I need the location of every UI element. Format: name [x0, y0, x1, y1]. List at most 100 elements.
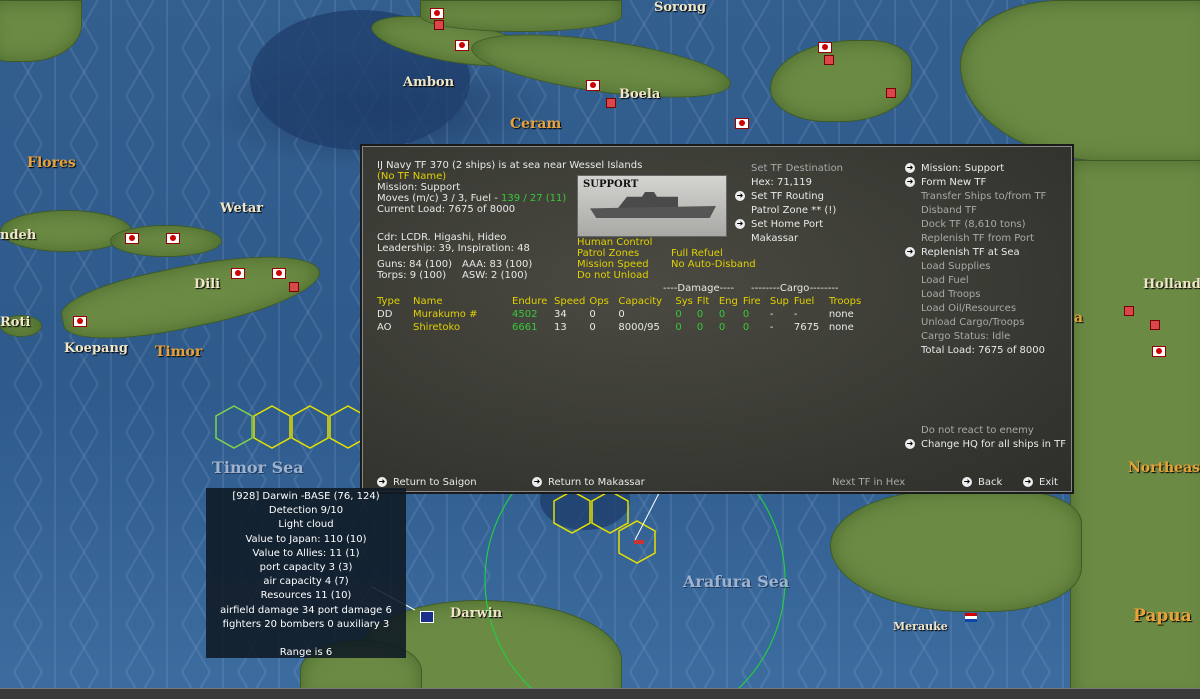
task-force-panel: IJ Navy TF 370 (2 ships) is at sea near …	[362, 146, 1072, 492]
cell-name[interactable]: Murakumo #	[413, 308, 512, 321]
patrol-hex[interactable]	[253, 405, 291, 449]
table-row[interactable]: DD Murakumo # 4502 34 0 0 0 0 0 0 - - no…	[377, 308, 865, 321]
japanese-base-icon[interactable]	[166, 233, 180, 244]
tf-mission: Mission: Support	[377, 182, 461, 193]
tf-aaa: AAA: 83 (100)	[462, 259, 533, 270]
load-fuel-button[interactable]: Load Fuel	[921, 275, 969, 286]
replenish-sea-button[interactable]: ➜ Replenish TF at Sea	[905, 247, 1020, 258]
japanese-base-icon[interactable]	[272, 268, 286, 279]
japanese-base-icon[interactable]	[73, 316, 87, 327]
mission-support-label: Mission: Support	[921, 163, 1005, 174]
form-new-tf-button[interactable]: ➜ Form New TF	[905, 177, 986, 188]
return-makassar-label: Return to Makassar	[548, 477, 645, 488]
disband-tf-button[interactable]: Disband TF	[921, 205, 977, 216]
set-tf-destination-button[interactable]: Set TF Destination	[751, 163, 843, 174]
japanese-base-icon[interactable]	[231, 268, 245, 279]
airfield-marker	[824, 55, 834, 65]
col-sup[interactable]: Sup	[770, 295, 794, 308]
return-saigon-button[interactable]: ➜ Return to Saigon	[377, 477, 477, 488]
map-label-flores: Flores	[27, 155, 76, 171]
tf-fuel-value: 139 / 27 (11)	[501, 193, 567, 204]
cell-capacity: 0	[618, 309, 625, 320]
japanese-base-icon[interactable]	[735, 118, 749, 129]
col-flt[interactable]: Flt	[697, 295, 719, 308]
col-name[interactable]: Name	[413, 295, 512, 308]
dock-tf-button[interactable]: Dock TF (8,610 tons)	[921, 219, 1026, 230]
patrol-hex[interactable]	[291, 405, 329, 449]
col-eng[interactable]: Eng	[719, 295, 743, 308]
dutch-flag-icon[interactable]	[965, 613, 977, 622]
set-home-port-button[interactable]: ➜ Set Home Port	[735, 219, 823, 230]
mission-support-button[interactable]: ➜ Mission: Support	[905, 163, 1004, 174]
tf-destination-hex: Hex: 71,119	[751, 177, 812, 188]
base-value-japan: Value to Japan: 110 (10)	[245, 533, 367, 545]
japanese-base-icon[interactable]	[125, 233, 139, 244]
japanese-base-icon[interactable]	[1152, 346, 1166, 357]
japanese-base-icon[interactable]	[818, 42, 832, 53]
back-button[interactable]: ➜ Back	[962, 477, 1002, 488]
airfield-marker	[886, 88, 896, 98]
col-type[interactable]: Type	[377, 295, 413, 308]
next-tf-in-hex-button[interactable]: Next TF in Hex	[832, 477, 905, 488]
patrol-hex[interactable]	[215, 405, 253, 449]
toggle-patrol-zones[interactable]: Patrol Zones	[577, 248, 639, 259]
cell-speed: 34	[554, 309, 567, 320]
replenish-port-button[interactable]: Replenish TF from Port	[921, 233, 1034, 244]
cell-flt: 0	[696, 322, 704, 333]
japanese-base-icon[interactable]	[455, 40, 469, 51]
cell-flt: 0	[696, 309, 704, 320]
cell-name[interactable]: Shiretoko	[413, 321, 512, 334]
do-not-react-toggle[interactable]: Do not react to enemy	[921, 425, 1034, 436]
cell-capacity: 8000/95	[618, 322, 660, 333]
transfer-ships-button[interactable]: Transfer Ships to/from TF	[921, 191, 1046, 202]
tf-asw: ASW: 2 (100)	[462, 270, 528, 281]
toggle-full-refuel[interactable]: Full Refuel	[671, 248, 723, 259]
toggle-no-auto-disband[interactable]: No Auto-Disband	[671, 259, 756, 270]
load-troops-button[interactable]: Load Troops	[921, 289, 981, 300]
ship-photo-label: SUPPORT	[583, 179, 639, 190]
japanese-base-icon[interactable]	[430, 8, 444, 19]
tf-commander[interactable]: Cdr: LCDR. Higashi, Hideo	[377, 232, 506, 243]
change-hq-button[interactable]: ➜ Change HQ for all ships in TF	[905, 439, 1066, 450]
exit-button[interactable]: ➜ Exit	[1023, 477, 1058, 488]
col-troops[interactable]: Troops	[829, 295, 865, 308]
cell-sup: -	[769, 322, 774, 333]
col-fuel[interactable]: Fuel	[794, 295, 829, 308]
cell-troops: none	[828, 322, 854, 333]
load-supplies-button[interactable]: Load Supplies	[921, 261, 990, 272]
japanese-base-icon[interactable]	[586, 80, 600, 91]
cell-endure: 6661	[512, 322, 538, 333]
base-resources: Resources 11 (10)	[260, 590, 352, 602]
base-weather: Light cloud	[278, 519, 334, 531]
cell-fuel: -	[793, 309, 798, 320]
allied-base-icon[interactable]	[420, 611, 434, 623]
toggle-human-control[interactable]: Human Control	[577, 237, 652, 248]
ship-class-photo: SUPPORT	[577, 175, 727, 237]
tf-moves: Moves (m/c) 3 / 3, Fuel - 139 / 27 (11)	[377, 193, 566, 204]
arrow-right-icon: ➜	[905, 163, 915, 173]
col-capacity[interactable]: Capacity	[618, 295, 675, 308]
col-speed[interactable]: Speed	[554, 295, 589, 308]
toggle-do-not-unload[interactable]: Do not Unload	[577, 270, 649, 281]
change-hq-label: Change HQ for all ships in TF	[921, 439, 1067, 450]
table-row[interactable]: AO Shiretoko 6661 13 0 8000/95 0 0 0 0 -…	[377, 321, 865, 334]
col-endure[interactable]: Endure	[512, 295, 554, 308]
col-fire[interactable]: Fire	[743, 295, 770, 308]
map-label-fragment: a	[1074, 310, 1084, 326]
return-makassar-button[interactable]: ➜ Return to Makassar	[532, 477, 645, 488]
arrow-right-icon: ➜	[962, 477, 972, 487]
col-ops[interactable]: Ops	[589, 295, 618, 308]
base-title: [928] Darwin -BASE (76, 124)	[232, 491, 380, 502]
toggle-mission-speed[interactable]: Mission Speed	[577, 259, 649, 270]
load-oil-button[interactable]: Load Oil/Resources	[921, 303, 1016, 314]
tf-name[interactable]: (No TF Name)	[377, 171, 446, 182]
arrow-right-icon: ➜	[532, 477, 542, 487]
col-sys[interactable]: Sys	[675, 295, 696, 308]
unload-cargo-button[interactable]: Unload Cargo/Troops	[921, 317, 1024, 328]
airfield-marker	[289, 282, 299, 292]
map-label-ndeh: ndeh	[0, 228, 37, 243]
base-value-allies: Value to Allies: 11 (1)	[252, 547, 360, 559]
cell-fire: 0	[742, 309, 750, 320]
tf-ship-icon[interactable]	[634, 540, 644, 544]
set-tf-routing-button[interactable]: ➜ Set TF Routing	[735, 191, 824, 202]
